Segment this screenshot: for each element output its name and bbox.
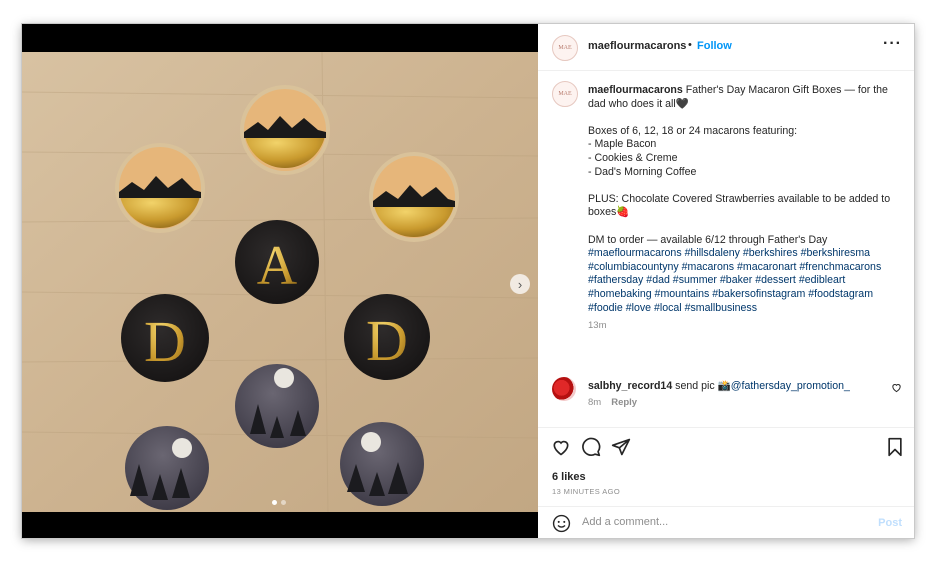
comment-body: send pic 📸 — [672, 380, 731, 392]
follow-button[interactable]: Follow — [697, 40, 732, 52]
avatar-logo-text: MAE — [558, 91, 572, 97]
carousel-dot — [281, 500, 286, 505]
comment-timestamp: 8m — [588, 397, 602, 408]
post-modal: A D D › MAE maeflourmacarons • Follow ··… — [22, 24, 914, 538]
moon-macaron — [125, 426, 209, 510]
svg-text:D: D — [366, 308, 408, 373]
comment-meta: 8m Reply — [588, 397, 637, 408]
add-comment-input[interactable] — [582, 512, 862, 532]
comment-like-heart-icon[interactable] — [891, 382, 902, 393]
svg-text:D: D — [144, 309, 186, 374]
add-comment-bar: Post — [538, 506, 914, 538]
post-side-panel: MAE maeflourmacarons • Follow ··· MAE ma… — [538, 24, 914, 538]
caption-avatar[interactable]: MAE — [552, 81, 578, 107]
mountain-macaron — [115, 143, 205, 233]
letter-d-macaron: D — [121, 294, 209, 382]
save-bookmark-icon[interactable] — [886, 437, 904, 457]
more-options-icon[interactable]: ··· — [883, 35, 902, 53]
separator-dot: • — [688, 39, 692, 51]
like-heart-icon[interactable] — [551, 437, 571, 457]
carousel-dot-active — [272, 500, 277, 505]
caption-timestamp: 13m — [588, 320, 607, 332]
likes-count[interactable]: 6 likes — [552, 471, 586, 483]
post-timestamp: 13 MINUTES AGO — [552, 487, 621, 496]
caption-username[interactable]: maeflourmacarons — [588, 84, 683, 96]
post-header: MAE maeflourmacarons • Follow ··· — [538, 24, 914, 71]
next-image-button[interactable]: › — [510, 274, 530, 294]
caption-hashtags[interactable]: #maeflourmacarons #hillsdaleny #berkshir… — [588, 247, 898, 315]
caption-text: Father's Day Macaron Gift Boxes — for th… — [588, 84, 891, 246]
post-comment-button[interactable]: Post — [878, 517, 902, 529]
post-caption: maeflourmacarons Father's Day Macaron Gi… — [588, 84, 898, 333]
macaron-photo: A D D — [22, 52, 538, 512]
comment-bubble-icon[interactable] — [581, 437, 601, 457]
comment-username[interactable]: salbhy_record14 — [588, 380, 672, 392]
svg-text:A: A — [257, 235, 298, 297]
moon-macaron — [340, 422, 424, 506]
header-username[interactable]: maeflourmacarons — [588, 40, 686, 52]
comment-mention[interactable]: @fathersday_promotion_ — [731, 380, 850, 392]
letter-a-macaron: A — [235, 220, 319, 304]
comments-section[interactable]: MAE maeflourmacarons Father's Day Macaro… — [538, 71, 914, 427]
post-image[interactable]: A D D › — [22, 24, 538, 538]
comment-text: salbhy_record14 send pic 📸@fathersday_pr… — [588, 379, 850, 392]
mountain-macaron — [240, 85, 330, 175]
emoji-icon[interactable] — [552, 514, 571, 533]
mountain-macaron — [369, 152, 459, 242]
action-bar: 6 likes 13 MINUTES AGO — [538, 427, 914, 498]
avatar-logo-text: MAE — [558, 45, 572, 51]
commenter-avatar[interactable] — [552, 377, 576, 401]
avatar[interactable]: MAE — [552, 35, 578, 61]
chevron-right-icon: › — [517, 276, 523, 292]
share-send-icon[interactable] — [611, 437, 631, 457]
letter-d-macaron: D — [344, 294, 430, 380]
moon-macaron — [235, 364, 319, 448]
reply-button[interactable]: Reply — [611, 397, 637, 408]
carousel-indicator — [272, 500, 286, 505]
